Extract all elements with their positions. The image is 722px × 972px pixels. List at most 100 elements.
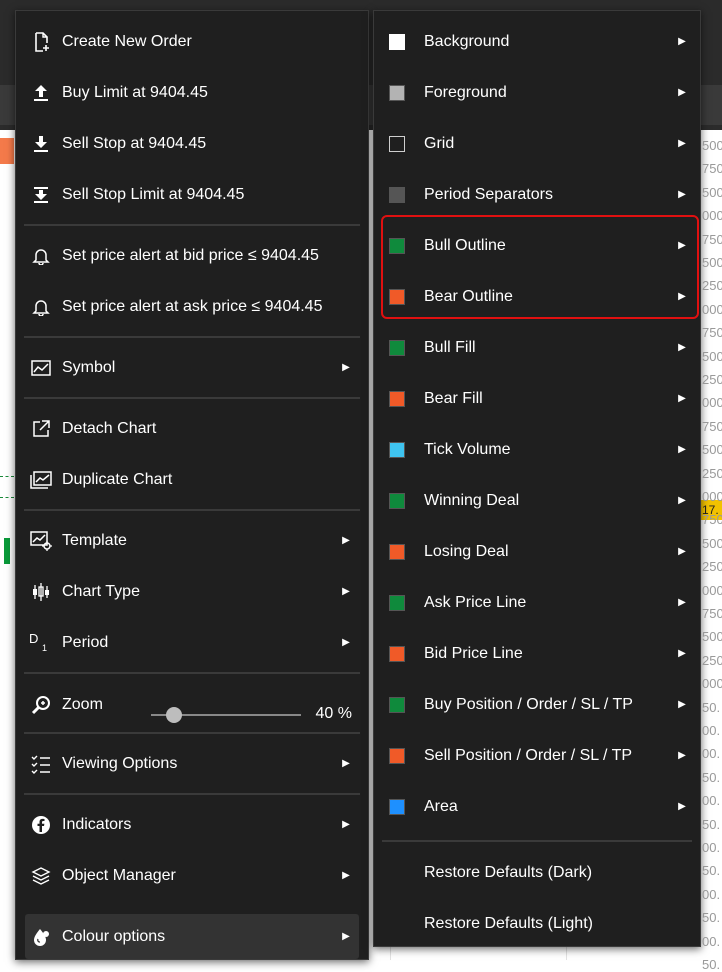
colour-item-background[interactable]: Background ▶ — [383, 16, 691, 67]
colour-item-label: Area — [424, 797, 458, 815]
colour-item-bear-fill[interactable]: Bear Fill ▶ — [383, 373, 691, 424]
price-tick-label: 500 — [702, 184, 722, 200]
menu-item-period[interactable]: D 1 Period ▶ — [25, 617, 359, 668]
price-tick-label: 50. — [702, 957, 721, 972]
price-tick-label: 750 — [702, 606, 722, 621]
colour-swatch — [389, 798, 405, 815]
menu-item-create-new-order[interactable]: Create New Order — [25, 16, 359, 67]
price-tick-label: 50. — [702, 816, 721, 832]
colour-swatch — [389, 696, 405, 713]
zoom-value: 40 % — [315, 705, 352, 722]
zoom-slider-thumb[interactable] — [166, 707, 182, 723]
price-tick-label: 500 — [702, 348, 722, 364]
colour-item-bid-price-line[interactable]: Bid Price Line ▶ — [383, 628, 691, 679]
menu-item-object-manager[interactable]: Object Manager ▶ — [25, 850, 359, 901]
menu-separator — [382, 840, 692, 842]
symbol-chart-icon — [28, 359, 54, 376]
colour-item-label: Bull Fill — [424, 338, 476, 356]
menu-item-label: Buy Limit at 9404.45 — [62, 83, 208, 101]
colour-item-area[interactable]: Area ▶ — [383, 781, 691, 832]
menu-item-viewing-options[interactable]: Viewing Options ▶ — [25, 738, 359, 789]
colour-swatch — [389, 288, 405, 305]
candlestick-icon — [28, 582, 54, 602]
menu-item-colour-options[interactable]: Colour options ▶ — [25, 914, 359, 959]
indicators-icon — [28, 815, 54, 835]
price-tick-label: 50. — [702, 699, 721, 715]
price-tick-label: 250 — [702, 465, 722, 481]
price-tick-label: 50. — [702, 769, 721, 785]
menu-item-duplicate-chart[interactable]: Duplicate Chart — [25, 454, 359, 505]
colour-swatch — [389, 339, 405, 356]
template-icon — [28, 530, 54, 551]
colour-drop-icon — [28, 927, 54, 947]
submenu-arrow-icon: ▶ — [342, 535, 350, 546]
colour-item-bull-outline[interactable]: Bull Outline ▶ — [383, 220, 691, 271]
submenu-arrow-icon: ▶ — [342, 586, 350, 597]
price-tick-label: 250 — [702, 278, 722, 294]
price-tick-label: 00. — [702, 793, 721, 809]
colour-item-period-separators[interactable]: Period Separators ▶ — [383, 169, 691, 220]
menu-item-label: Viewing Options — [62, 754, 178, 772]
submenu-arrow-icon: ▶ — [678, 393, 686, 404]
restore-label: Restore Defaults (Dark) — [424, 863, 593, 881]
price-tick-label: 250 — [702, 372, 722, 387]
colour-swatch — [389, 543, 405, 560]
menu-item-label: Colour options — [62, 927, 166, 945]
colour-item-tick-volume[interactable]: Tick Volume ▶ — [383, 424, 691, 475]
menu-item-alert-bid[interactable]: Set price alert at bid price ≤ 9404.45 — [25, 230, 359, 281]
colour-swatch — [389, 135, 405, 152]
menu-separator — [24, 336, 360, 338]
price-tick-label: 50. — [702, 863, 721, 879]
price-tick-label: 000 — [702, 208, 722, 224]
submenu-arrow-icon: ▶ — [678, 648, 686, 659]
price-tick-label: 500 — [702, 629, 722, 645]
menu-item-template[interactable]: Template ▶ — [25, 515, 359, 566]
colour-item-foreground[interactable]: Foreground ▶ — [383, 67, 691, 118]
menu-separator — [24, 397, 360, 399]
colour-item-label: Bear Outline — [424, 287, 513, 305]
submenu-arrow-icon: ▶ — [678, 444, 686, 455]
restore-defaults-light-button[interactable]: Restore Defaults (Light) — [383, 898, 691, 949]
restore-defaults-dark-button[interactable]: Restore Defaults (Dark) — [383, 847, 691, 898]
price-tick-label: 250 — [702, 652, 722, 668]
colour-item-grid[interactable]: Grid ▶ — [383, 118, 691, 169]
menu-separator — [24, 672, 360, 674]
colour-item-bull-fill[interactable]: Bull Fill ▶ — [383, 322, 691, 373]
menu-item-sell-stop-limit[interactable]: Sell Stop Limit at 9404.45 — [25, 169, 359, 220]
menu-separator — [24, 509, 360, 511]
colour-swatch — [389, 186, 405, 203]
submenu-arrow-icon: ▶ — [678, 699, 686, 710]
colour-item-buy-position-order-sl-tp[interactable]: Buy Position / Order / SL / TP ▶ — [383, 679, 691, 730]
upload-arrow-icon — [28, 84, 54, 102]
colour-item-sell-position-order-sl-tp[interactable]: Sell Position / Order / SL / TP ▶ — [383, 730, 691, 781]
submenu-arrow-icon: ▶ — [678, 291, 686, 302]
bell-icon — [28, 298, 54, 316]
menu-item-detach-chart[interactable]: Detach Chart — [25, 403, 359, 454]
colour-item-ask-price-line[interactable]: Ask Price Line ▶ — [383, 577, 691, 628]
menu-item-sell-stop[interactable]: Sell Stop at 9404.45 — [25, 118, 359, 169]
price-tick-label: 000 — [702, 489, 722, 504]
submenu-arrow-icon: ▶ — [342, 870, 350, 881]
colour-item-winning-deal[interactable]: Winning Deal ▶ — [383, 475, 691, 526]
menu-item-chart-type[interactable]: Chart Type ▶ — [25, 566, 359, 617]
price-tick-label: 50. — [702, 910, 721, 926]
colour-swatch — [389, 33, 405, 50]
submenu-arrow-icon: ▶ — [678, 495, 686, 506]
colour-item-bear-outline[interactable]: Bear Outline ▶ — [383, 271, 691, 322]
price-tick-label: 500 — [702, 535, 722, 551]
menu-item-label: Symbol — [62, 358, 116, 376]
chart-context-menu: Create New Order Buy Limit at 9404.45 Se… — [15, 10, 369, 960]
colour-item-losing-deal[interactable]: Losing Deal ▶ — [383, 526, 691, 577]
menu-separator — [24, 224, 360, 226]
price-tick-label: 500 — [702, 442, 722, 458]
zoom-icon — [28, 695, 54, 715]
menu-item-symbol[interactable]: Symbol ▶ — [25, 342, 359, 393]
menu-item-indicators[interactable]: Indicators ▶ — [25, 799, 359, 850]
colour-item-label: Ask Price Line — [424, 593, 527, 611]
colour-item-label: Bear Fill — [424, 389, 483, 407]
price-tick-label: 750 — [702, 325, 722, 341]
menu-item-buy-limit[interactable]: Buy Limit at 9404.45 — [25, 67, 359, 118]
menu-item-alert-ask[interactable]: Set price alert at ask price ≤ 9404.45 — [25, 281, 359, 332]
colour-swatch — [389, 747, 405, 764]
submenu-arrow-icon: ▶ — [342, 362, 350, 373]
